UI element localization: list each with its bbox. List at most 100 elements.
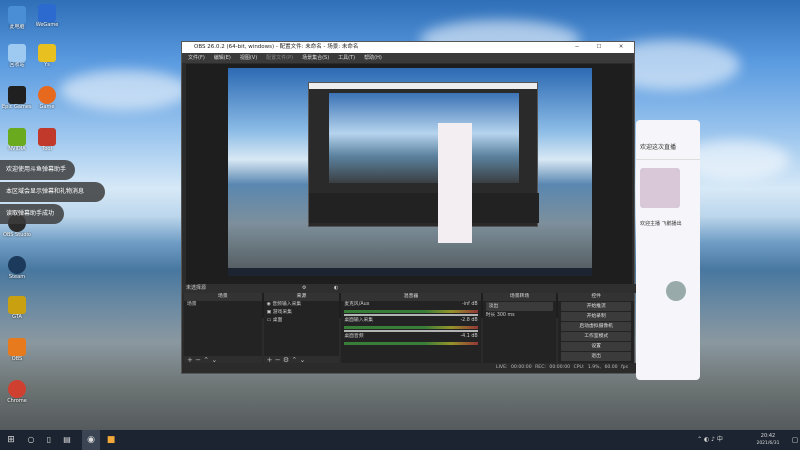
source-item[interactable]: ◉ 音频输入采集: [264, 301, 340, 309]
tray-icons[interactable]: ⌃ ◐ ♪ 中: [680, 430, 740, 450]
nested-chat-panel: [438, 123, 472, 243]
computer-icon: [8, 6, 26, 24]
desktop-icon-label: OBS Studio: [3, 232, 31, 238]
live-time: LIVE: 00:00:00: [496, 365, 532, 370]
danmaku-toast: 欢迎使用斗鱼弹幕助手: [0, 160, 75, 180]
volume-meter: [344, 310, 478, 313]
epic-icon: [8, 86, 26, 104]
virtual-camera-button[interactable]: 启动虚拟摄像机: [561, 322, 632, 331]
avatar: [640, 168, 680, 208]
menu-help[interactable]: 帮助(H): [364, 53, 382, 63]
desktop-icon-label: Ys: [44, 62, 50, 68]
desktop-icon-label: NVIDIA: [8, 146, 26, 152]
recycle-bin-icon: [8, 44, 26, 62]
filter-icon[interactable]: ◐: [334, 284, 338, 293]
menu-profile[interactable]: 配置文件(P): [266, 53, 293, 63]
volume-slider[interactable]: [344, 330, 478, 332]
window-titlebar: OBS 26.0.2 (64-bit, windows) - 配置文件: 未命名…: [182, 42, 634, 53]
nvidia-icon: [8, 128, 26, 146]
scene-item[interactable]: 场景: [184, 301, 262, 309]
desktop-icon[interactable]: Epic Games Launcher: [2, 86, 32, 110]
nested-desktop-icons: [228, 76, 258, 216]
gear-icon[interactable]: ⚙: [302, 284, 306, 293]
app-taskbar-icon[interactable]: ■: [102, 430, 120, 450]
menu-file[interactable]: 文件(F): [188, 53, 205, 63]
scenes-dock: 场景 场景 + − ⌃ ⌄: [184, 293, 262, 365]
mixer-dock: 混音器 麦克风/Aux -inf dB 桌面输入采集 -2.8 dB 桌面音频 -4.…: [341, 293, 481, 365]
desktop-icon-label: WeGame: [35, 22, 59, 28]
dock-title: 控件: [558, 293, 635, 301]
desktop-icon[interactable]: 此电脑: [2, 6, 32, 30]
transition-select[interactable]: 淡出: [485, 302, 554, 311]
source-item[interactable]: ▣ 游戏采集: [264, 309, 340, 317]
obs-window: OBS 26.0.2 (64-bit, windows) - 配置文件: 未命名…: [181, 41, 636, 374]
channel-name: 桌面音频: [344, 334, 364, 339]
no-source-label: 未选择源: [186, 285, 207, 291]
channel-name: 桌面输入采集: [344, 318, 374, 323]
desktop-icon[interactable]: Tool: [32, 128, 62, 152]
start-streaming-button[interactable]: 开始推流: [561, 302, 632, 311]
maximize-icon[interactable]: ☐: [588, 42, 610, 53]
nested-obs-window: [308, 82, 539, 227]
desktop-icon-label: 回收站: [9, 62, 25, 68]
exit-button[interactable]: 退出: [561, 352, 632, 361]
obs-taskbar-icon[interactable]: ◉: [82, 430, 100, 450]
danmaku-toast: 本区域会显示弹幕和礼物消息: [0, 182, 105, 202]
clock-time: 20:42: [760, 433, 776, 439]
browser-icon: [8, 380, 26, 398]
dock-title: 场景转场: [482, 293, 557, 301]
folder-icon[interactable]: ▤: [58, 430, 76, 450]
close-icon[interactable]: ✕: [610, 42, 632, 53]
search-icon[interactable]: ○: [22, 430, 40, 450]
menu-scene-collection[interactable]: 场景集合(S): [302, 53, 329, 63]
dock-title: 来源: [263, 293, 340, 301]
nested-taskbar: [228, 268, 592, 276]
clock[interactable]: 20:42 2021/6/31: [748, 430, 788, 450]
desktop-icon[interactable]: Ys: [32, 44, 62, 68]
desktop-icon[interactable]: OBS: [2, 338, 32, 362]
sources-dock: 来源 ◉ 音频输入采集 ▣ 游戏采集 ▭ 桌面 + − ⚙ ⌃ ⌄: [263, 293, 340, 365]
desktop-icon[interactable]: 回收站: [2, 44, 32, 68]
duration-input[interactable]: 300 ms: [497, 313, 515, 318]
notification-icon[interactable]: ▢: [790, 430, 800, 450]
preview-area[interactable]: [186, 64, 632, 318]
desktop-icon-label: GTA: [12, 314, 22, 320]
app-icon: [38, 4, 56, 22]
desktop-icon-label: Chrome: [7, 398, 27, 404]
danmaku-toast: 读取弹幕助手成功: [0, 204, 64, 224]
duration-label: 时长: [485, 313, 496, 318]
minimize-icon[interactable]: ─: [566, 42, 588, 53]
start-recording-button[interactable]: 开始录制: [561, 312, 632, 321]
volume-slider[interactable]: [344, 314, 478, 316]
menu-tools[interactable]: 工具(T): [338, 53, 355, 63]
taskbar: ⊞ ○ ▯ ▤ ◉ ■ ⌃ ◐ ♪ 中 20:42 2021/6/31 ▢: [0, 430, 800, 450]
app-icon: [8, 338, 26, 356]
chat-panel: 欢迎这次直播 欢迎主播 飞鹅播出: [636, 120, 700, 380]
desktop-icon[interactable]: WeGame: [32, 4, 62, 28]
rec-time: REC: 00:00:00: [535, 365, 571, 370]
settings-button[interactable]: 设置: [561, 342, 632, 351]
desktop-icon-label: Steam: [8, 274, 26, 280]
menu-view[interactable]: 视图(V): [240, 53, 257, 63]
windows-start-icon[interactable]: ⊞: [0, 430, 22, 450]
source-item[interactable]: ▭ 桌面: [264, 317, 340, 325]
menu-edit[interactable]: 编辑(E): [214, 53, 231, 63]
chat-line: 欢迎主播 飞鹅播出: [640, 221, 682, 227]
desktop-icon[interactable]: GTA: [2, 296, 32, 320]
desktop-icon[interactable]: NVIDIA: [2, 128, 32, 152]
window-title: OBS 26.0.2 (64-bit, windows) - 配置文件: 未命名…: [194, 44, 359, 50]
desktop-icon[interactable]: Chrome: [2, 380, 32, 404]
cpu-usage: CPU: 1.9%, 60.00 fps: [573, 365, 628, 370]
task-view-icon[interactable]: ▯: [40, 430, 58, 450]
avatar: [666, 281, 686, 301]
desktop-icon[interactable]: Game: [32, 86, 62, 110]
menu-bar: 文件(F) 编辑(E) 视图(V) 配置文件(P) 场景集合(S) 工具(T) …: [182, 53, 634, 63]
studio-mode-button[interactable]: 工作室模式: [561, 332, 632, 341]
app-icon: [38, 44, 56, 62]
status-bar: LIVE: 00:00:00 REC: 00:00:00 CPU: 1.9%, …: [182, 363, 636, 373]
desktop-icon-label: Tool: [42, 146, 52, 152]
desktop-icon[interactable]: Steam: [2, 256, 32, 280]
mixer-channel: 桌面音频 -4.1 dB: [341, 333, 480, 345]
desktop-icon-label: OBS: [11, 356, 23, 362]
dock-title: 混音器: [341, 293, 481, 301]
